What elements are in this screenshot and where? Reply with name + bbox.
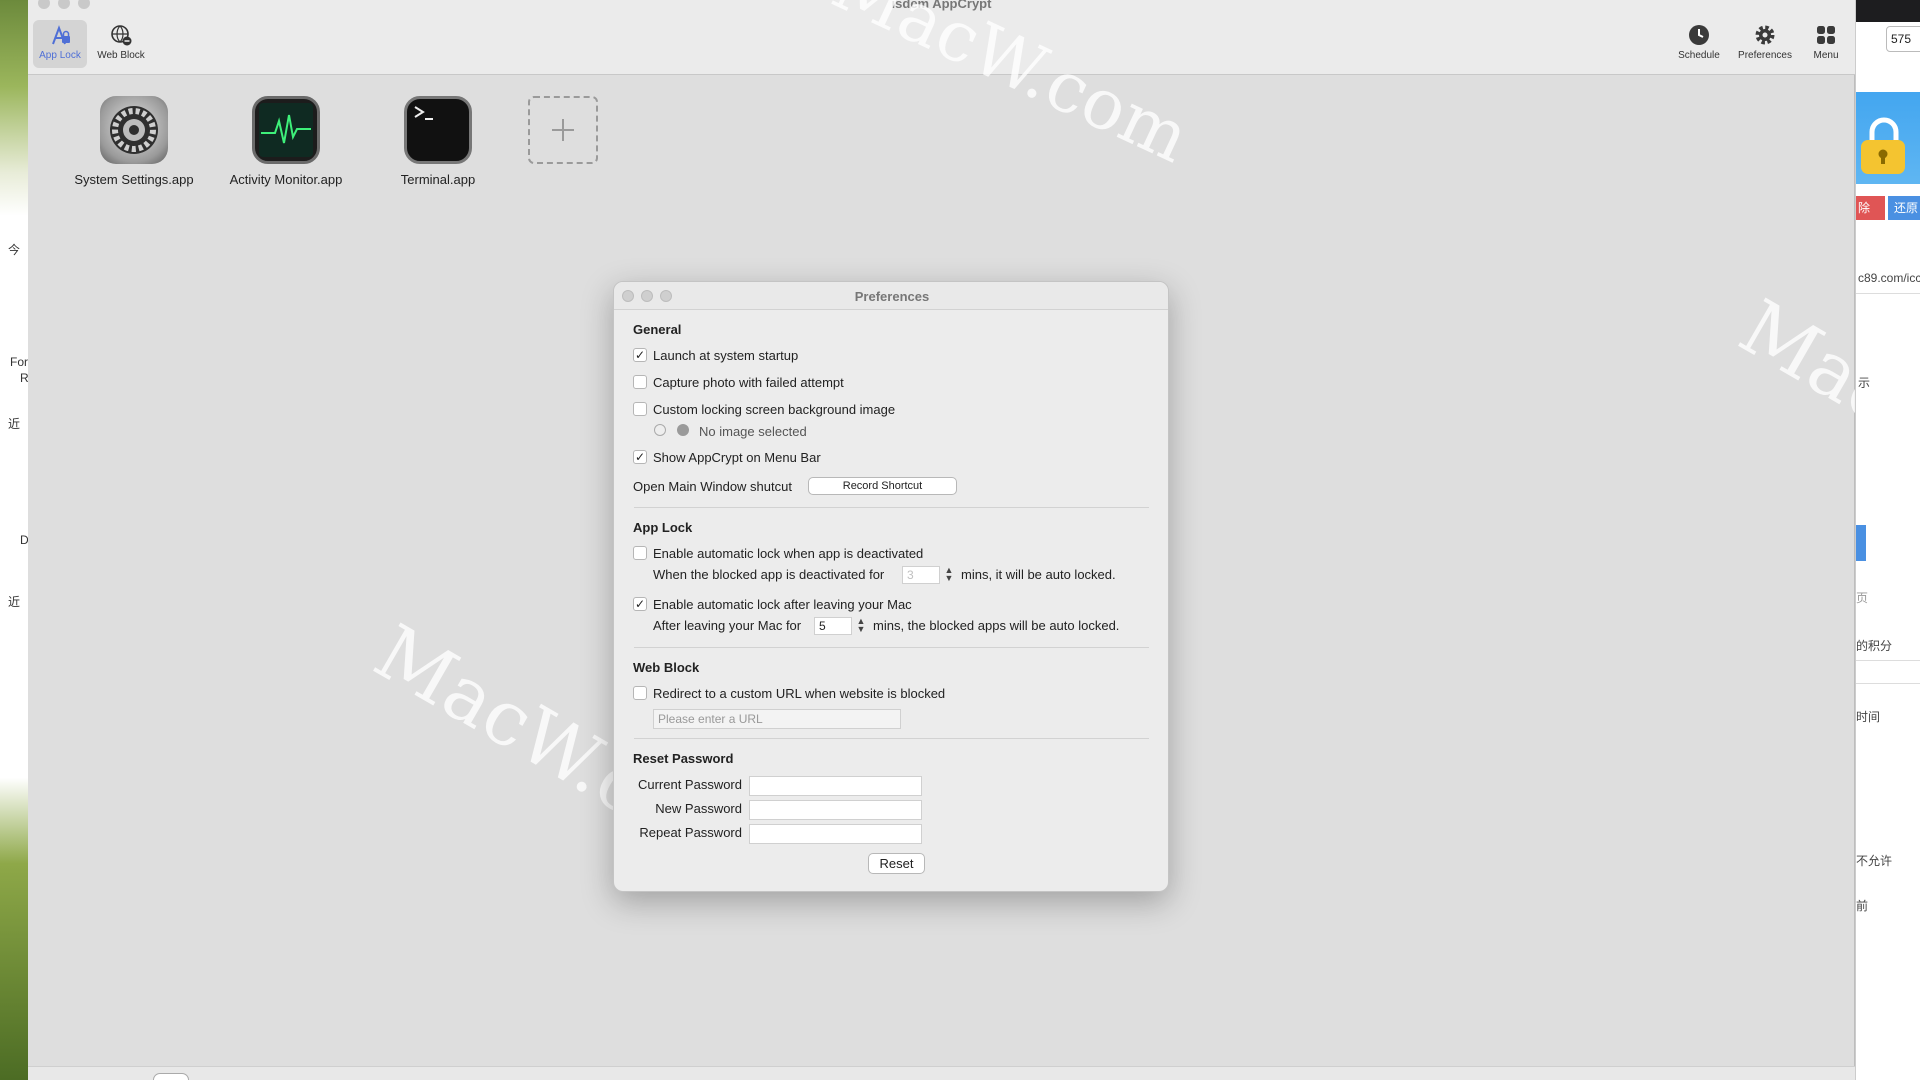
redirect-url-label: Redirect to a custom URL when website is… — [653, 686, 946, 701]
deactivated-minutes-field[interactable]: 3 — [902, 566, 940, 584]
deactivated-minutes-stepper[interactable]: ▲ ▼ — [944, 566, 954, 584]
shortcut-label: Open Main Window shutcut — [633, 479, 792, 494]
auto-lock-leaving-checkbox[interactable]: ✓ — [633, 597, 647, 611]
deactivated-suffix-label: mins, it will be auto locked. — [961, 567, 1116, 582]
web-block-label: Web Block — [97, 50, 145, 61]
add-app-button[interactable] — [528, 96, 598, 164]
app-tile-system-settings[interactable]: System Settings.app — [59, 96, 209, 187]
url-fragment: c89.com/icc — [1858, 271, 1920, 285]
redirect-url-input[interactable]: Please enter a URL — [653, 709, 901, 729]
auto-lock-deactivated-label: Enable automatic lock when app is deacti… — [653, 546, 924, 561]
current-password-label: Current Password — [637, 777, 742, 792]
restore-button[interactable]: 还原 — [1888, 196, 1920, 220]
text-fragment: 前 — [1856, 899, 1869, 913]
lock-banner — [1856, 92, 1920, 184]
section-divider — [634, 507, 1149, 508]
activity-monitor-icon — [252, 96, 320, 164]
app-tile-terminal[interactable]: Terminal.app — [363, 96, 513, 187]
custom-background-label: Custom locking screen background image — [653, 402, 896, 417]
blue-indicator — [1856, 525, 1866, 561]
redirect-url-checkbox[interactable] — [633, 686, 647, 700]
app-tile-label: Activity Monitor.app — [229, 172, 343, 187]
app-lock-label: App Lock — [39, 50, 81, 61]
reset-button[interactable]: Reset — [868, 853, 925, 874]
menu-button[interactable]: Menu — [1804, 20, 1848, 68]
clock-icon — [1689, 25, 1709, 45]
number-field[interactable]: 575 — [1886, 26, 1920, 52]
launch-startup-label: Launch at system startup — [653, 348, 799, 363]
text-fragment: 不允许 — [1856, 854, 1893, 868]
window-title: isdem AppCrypt — [891, 0, 992, 11]
web-block-tab[interactable]: Web Block — [92, 20, 150, 68]
lock-icon — [1861, 117, 1905, 174]
launch-startup-checkbox[interactable]: ✓ — [633, 348, 647, 362]
grid-menu-icon — [1817, 26, 1835, 44]
preferences-button[interactable]: Preferences — [1732, 20, 1798, 68]
preferences-dialog: Preferences General ✓ Launch at system s… — [613, 281, 1169, 892]
preferences-label: Preferences — [1738, 50, 1792, 61]
leaving-suffix-label: mins, the blocked apps will be auto lock… — [873, 618, 1120, 633]
auto-lock-deactivated-checkbox[interactable] — [633, 546, 647, 560]
remove-image-icon[interactable] — [654, 424, 666, 436]
section-title-reset-password: Reset Password — [633, 751, 734, 766]
bottom-toggle[interactable] — [153, 1073, 189, 1080]
new-password-label: New Password — [655, 801, 742, 816]
desktop-left-strip: 今 For R 近 D 近 — [0, 0, 29, 1080]
capture-photo-label: Capture photo with failed attempt — [653, 375, 844, 390]
search-icon[interactable] — [677, 424, 689, 436]
divider — [1856, 293, 1920, 294]
divider — [1856, 683, 1920, 684]
app-tile-label: Terminal.app — [400, 172, 476, 187]
current-password-input[interactable] — [749, 776, 922, 796]
repeat-password-label: Repeat Password — [639, 825, 742, 840]
repeat-password-input[interactable] — [749, 824, 922, 844]
section-title-general: General — [633, 322, 682, 337]
custom-background-checkbox[interactable] — [633, 402, 647, 416]
app-tile-activity-monitor[interactable]: Activity Monitor.app — [211, 96, 361, 187]
leaving-minutes-stepper[interactable]: ▲ ▼ — [856, 617, 866, 635]
app-tile-label: System Settings.app — [74, 172, 194, 187]
divider — [1856, 660, 1920, 661]
show-menubar-label: Show AppCrypt on Menu Bar — [653, 450, 821, 465]
deactivated-prefix-label: When the blocked app is deactivated for — [653, 567, 885, 582]
section-title-web-block: Web Block — [633, 660, 700, 675]
schedule-label: Schedule — [1678, 50, 1720, 61]
web-block-icon — [111, 25, 132, 46]
text-fragment: 的积分 — [1856, 639, 1893, 653]
desktop-text-2: For — [10, 355, 28, 369]
delete-button[interactable]: 除 — [1856, 196, 1885, 220]
record-shortcut-button[interactable]: Record Shortcut — [808, 477, 957, 495]
bottom-status-bar — [28, 1066, 1855, 1080]
show-menubar-checkbox[interactable]: ✓ — [633, 450, 647, 464]
text-fragment: 时间 — [1856, 710, 1881, 724]
desktop-text-6: 近 — [8, 595, 21, 609]
text-fragment: 页 — [1856, 591, 1869, 605]
section-title-app-lock: App Lock — [633, 520, 693, 535]
capture-photo-checkbox[interactable] — [633, 375, 647, 389]
text-fragment: 示 — [1858, 376, 1871, 390]
menu-label: Menu — [1813, 50, 1839, 61]
new-password-input[interactable] — [749, 800, 922, 820]
desktop-text-4: 近 — [8, 417, 21, 431]
preferences-title: Preferences — [854, 289, 930, 304]
preferences-titlebar: Preferences — [614, 282, 1168, 310]
app-lock-tab[interactable]: App Lock — [33, 20, 87, 68]
section-divider — [634, 738, 1149, 739]
toolbar: isdem AppCrypt App Lock Web Block Schedu… — [28, 0, 1855, 75]
desktop-text-1: 今 — [8, 243, 21, 257]
no-image-label: No image selected — [699, 424, 807, 439]
schedule-button[interactable]: Schedule — [1670, 20, 1728, 68]
leaving-minutes-field[interactable]: 5 — [814, 617, 852, 635]
app-lock-icon — [52, 25, 70, 45]
auto-lock-leaving-label: Enable automatic lock after leaving your… — [653, 597, 912, 612]
gear-icon — [100, 96, 168, 164]
terminal-icon — [404, 96, 472, 164]
gear-icon — [1755, 25, 1775, 45]
background-browser-window: 575 除 还原 c89.com/icc 示 页 的积分 时间 不允许 前 — [1855, 0, 1920, 1080]
leaving-prefix-label: After leaving your Mac for — [653, 618, 802, 633]
menu-bar-strip — [1856, 0, 1920, 22]
section-divider — [634, 647, 1149, 648]
